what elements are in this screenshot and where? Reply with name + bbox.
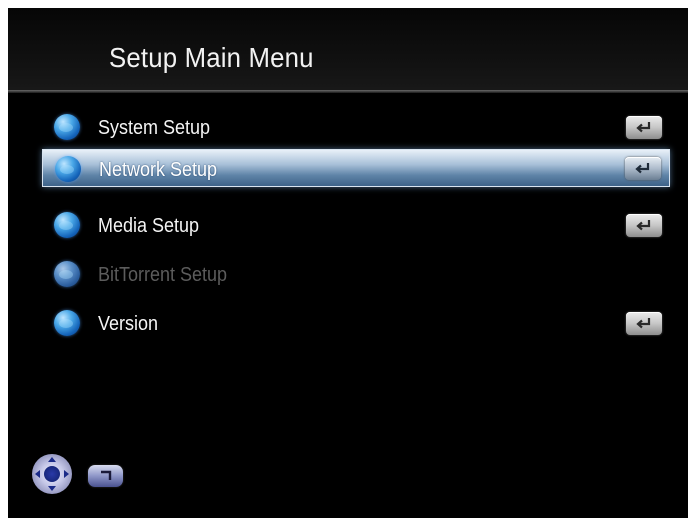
globe-icon xyxy=(54,310,80,336)
menu-item-label: Version xyxy=(98,313,159,335)
menu-item-label: System Setup xyxy=(98,117,211,139)
menu-item-label: Media Setup xyxy=(98,215,200,237)
return-icon xyxy=(88,465,123,487)
enter-key-icon[interactable] xyxy=(625,157,661,180)
menu-item-system-setup[interactable]: System Setup xyxy=(48,110,666,144)
tv-screen: Setup Main Menu System Setup Network Set… xyxy=(8,8,688,518)
arrow-right-icon xyxy=(64,470,69,478)
globe-icon xyxy=(54,212,80,238)
footer-hints xyxy=(8,448,688,518)
globe-icon xyxy=(54,114,80,140)
arrow-up-icon xyxy=(48,457,56,462)
menu-item-label: Network Setup xyxy=(99,159,218,181)
globe-icon xyxy=(55,156,81,182)
ok-button-icon xyxy=(44,466,60,482)
menu-item-bittorrent-setup: BitTorrent Setup xyxy=(48,257,666,291)
enter-key-icon[interactable] xyxy=(626,116,662,139)
menu-item-version[interactable]: Version xyxy=(48,306,666,340)
globe-icon xyxy=(54,261,80,287)
enter-key-icon[interactable] xyxy=(626,312,662,335)
arrow-left-icon xyxy=(35,470,40,478)
arrow-down-icon xyxy=(48,486,56,491)
enter-key-icon[interactable] xyxy=(626,214,662,237)
menu-item-label: BitTorrent Setup xyxy=(98,264,228,286)
menu-item-media-setup[interactable]: Media Setup xyxy=(48,208,666,242)
dpad-ok-icon xyxy=(32,454,72,494)
menu-item-network-setup[interactable]: Network Setup xyxy=(42,149,670,187)
setup-menu: System Setup Network Setup Media Setup B… xyxy=(8,8,688,518)
